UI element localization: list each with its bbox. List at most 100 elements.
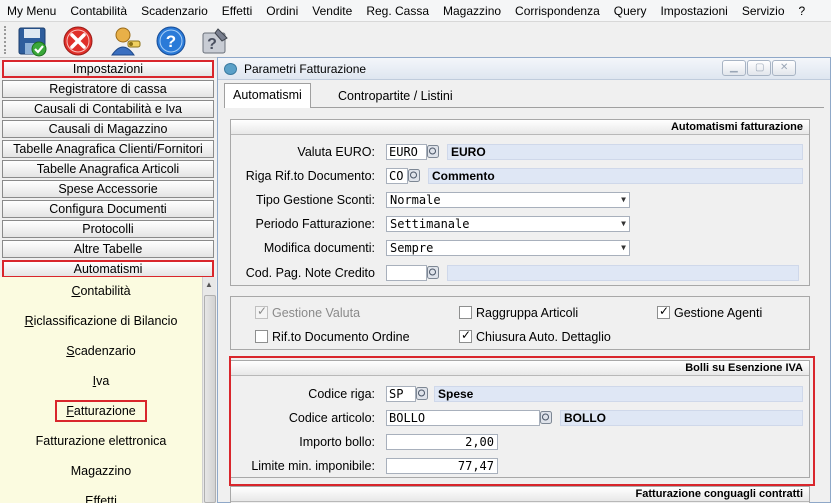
bolli-highlight-frame: [229, 356, 815, 486]
riga-lookup-icon[interactable]: [408, 169, 420, 182]
subitem-text: cadenzario: [74, 344, 136, 358]
menu-impostazioni[interactable]: Impostazioni: [653, 4, 734, 18]
valuta-euro-label: Valuta EURO:: [297, 145, 375, 159]
periodo-fatturazione-select[interactable]: Settimanale ▼: [386, 216, 630, 232]
tab-strip: Automatismi Contropartite / Listini: [224, 83, 824, 108]
riga-rif-documento-description: Commento: [428, 168, 803, 184]
window-titlebar[interactable]: Parametri Fatturazione ▁ ▢ ✕: [218, 58, 830, 80]
chevron-down-icon: ▼: [621, 195, 626, 204]
nav-button-protocolli[interactable]: Protocolli: [2, 220, 214, 238]
chevron-down-icon: ▼: [621, 243, 626, 252]
subitem-label: Scadenzario: [66, 344, 136, 358]
automatismi-section-header: Automatismi fatturazione: [231, 120, 809, 135]
nav-button-tabelle-anagrafica-clienti-fornitori[interactable]: Tabelle Anagrafica Clienti/Fornitori: [2, 140, 214, 158]
rif-documento-ordine-label: Rif.to Documento Ordine: [272, 330, 410, 344]
rif-documento-ordine-checkbox[interactable]: Rif.to Documento Ordine: [255, 330, 410, 344]
tipo-gestione-sconti-label: Tipo Gestione Sconti:: [255, 193, 375, 207]
subitem-label: Magazzino: [70, 464, 132, 478]
toolbar-grip[interactable]: [4, 26, 7, 54]
menu-corrispondenza[interactable]: Corrispondenza: [508, 4, 607, 18]
valuta-lookup-icon[interactable]: [427, 145, 439, 158]
close-window-button[interactable]: ✕: [772, 60, 796, 76]
riga-rif-documento-field[interactable]: CO: [386, 168, 408, 184]
subitem-text: va: [96, 374, 110, 388]
menu-contabilit[interactable]: Contabilità: [63, 4, 134, 18]
nav-button-causali-di-magazzino[interactable]: Causali di Magazzino: [2, 120, 214, 138]
menu-bar: My Menu Contabilità Scadenzario Effetti Ordi…: [0, 0, 831, 22]
menu-servizio[interactable]: Servizio: [735, 4, 792, 18]
nav-button-registratore-di-cassa[interactable]: Registratore di cassa: [2, 80, 214, 98]
subitem-text: ontabilità: [80, 284, 131, 298]
subitem-magazzino[interactable]: Magazzino: [0, 464, 202, 478]
minimize-button[interactable]: ▁: [722, 60, 746, 76]
subitem-label: Effetti: [85, 494, 117, 503]
edit-help-icon[interactable]: ?: [198, 25, 230, 57]
gestione-agenti-checkbox[interactable]: ✓ Gestione Agenti: [657, 304, 763, 320]
close-icon[interactable]: [62, 25, 94, 57]
modifica-documenti-value: Sempre: [390, 241, 434, 255]
automatismi-section: Automatismi fatturazione Valuta EURO: EU…: [230, 119, 810, 286]
subitem-label: Riclassificazione di Bilancio: [25, 314, 178, 328]
subitem-label: Fatturazione elettronica: [35, 434, 167, 448]
periodo-fatturazione-value: Settimanale: [390, 217, 470, 231]
maximize-button[interactable]: ▢: [747, 60, 771, 76]
subitem-mnemonic: R: [24, 314, 34, 328]
cod-pag-note-credito-field[interactable]: [386, 265, 427, 281]
subitem-text: ffetti: [93, 494, 117, 503]
subitem-scadenzario[interactable]: Scadenzario: [0, 344, 202, 358]
scrollbar-thumb[interactable]: [204, 295, 216, 503]
subitem-fatturazione-elettronica[interactable]: Fatturazione elettronica: [0, 434, 202, 448]
menu-scadenzario[interactable]: Scadenzario: [134, 4, 215, 18]
menu-my-menu[interactable]: My Menu: [0, 4, 63, 18]
valuta-euro-field[interactable]: EURO: [386, 144, 427, 160]
left-nav-panel: Impostazioni Registratore di cassa Causali…: [0, 58, 216, 503]
nav-button-altre-tabelle[interactable]: Altre Tabelle: [2, 240, 214, 258]
help-icon[interactable]: ?: [155, 25, 187, 57]
tipo-gestione-sconti-select[interactable]: Normale ▼: [386, 192, 630, 208]
modifica-documenti-select[interactable]: Sempre ▼: [386, 240, 630, 256]
nav-button-causali-di-contabilit-e-iva[interactable]: Causali di Contabilità e Iva: [2, 100, 214, 118]
tab-contropartite-listini[interactable]: Contropartite / Listini: [330, 85, 461, 107]
scroll-up-icon[interactable]: ▲: [205, 280, 213, 289]
subitem-text: atturazione: [73, 404, 136, 418]
chiusura-auto-dettaglio-checkbox[interactable]: ✓ Chiusura Auto. Dettaglio: [459, 328, 611, 344]
nav-button-impostazioni[interactable]: Impostazioni: [2, 60, 214, 78]
menu-query[interactable]: Query: [607, 4, 654, 18]
subitem-riclassificazione-di-bilancio[interactable]: Riclassificazione di Bilancio: [0, 314, 202, 328]
gestione-agenti-label: Gestione Agenti: [674, 306, 763, 320]
tab-automatismi[interactable]: Automatismi: [224, 83, 311, 108]
nav-button-spese-accessorie[interactable]: Spese Accessorie: [2, 180, 214, 198]
nav-button-configura-documenti[interactable]: Configura Documenti: [2, 200, 214, 218]
conguagli-section-header: Fatturazione conguagli contratti: [231, 487, 809, 502]
subitem-fatturazione[interactable]: Fatturazione: [0, 400, 202, 422]
subitem-iva[interactable]: Iva: [0, 374, 202, 388]
menu-help[interactable]: ?: [792, 4, 813, 18]
nav-button-tabelle-anagrafica-articoli[interactable]: Tabelle Anagrafica Articoli: [2, 160, 214, 178]
modifica-documenti-label: Modifica documenti:: [263, 241, 375, 255]
subitem-text: iclassificazione di Bilancio: [33, 314, 178, 328]
maximize-icon: ▢: [755, 62, 765, 73]
menu-vendite[interactable]: Vendite: [305, 4, 359, 18]
checkbox-box: ✓: [255, 304, 268, 319]
conguagli-section: Fatturazione conguagli contratti: [230, 486, 810, 503]
subitem-contabilit[interactable]: Contabilità: [0, 284, 202, 298]
subitem-mnemonic: F: [66, 404, 74, 418]
cod-pag-lookup-icon[interactable]: [427, 266, 439, 279]
sublist-scrollbar[interactable]: ▲: [202, 277, 216, 503]
check-mark-icon: ✓: [659, 304, 670, 318]
raggruppa-articoli-checkbox[interactable]: Raggruppa Articoli: [459, 306, 578, 320]
subitem-label: Contabilità: [71, 284, 130, 298]
subitem-effetti[interactable]: Effetti: [0, 494, 202, 503]
menu-ordini[interactable]: Ordini: [259, 4, 305, 18]
svg-text:?: ?: [207, 36, 217, 53]
menu-magazzino[interactable]: Magazzino: [436, 4, 508, 18]
nav-button-automatismi[interactable]: Automatismi: [2, 260, 214, 278]
chiusura-auto-dettaglio-label: Chiusura Auto. Dettaglio: [476, 330, 611, 344]
gestione-valuta-label: Gestione Valuta: [272, 306, 361, 320]
save-icon[interactable]: [17, 25, 49, 57]
user-key-icon[interactable]: [110, 25, 142, 57]
menu-reg-cassa[interactable]: Reg. Cassa: [359, 4, 436, 18]
window-app-icon: [224, 63, 237, 75]
gestione-valuta-checkbox[interactable]: ✓ Gestione Valuta: [255, 304, 361, 320]
menu-effetti[interactable]: Effetti: [215, 4, 259, 18]
